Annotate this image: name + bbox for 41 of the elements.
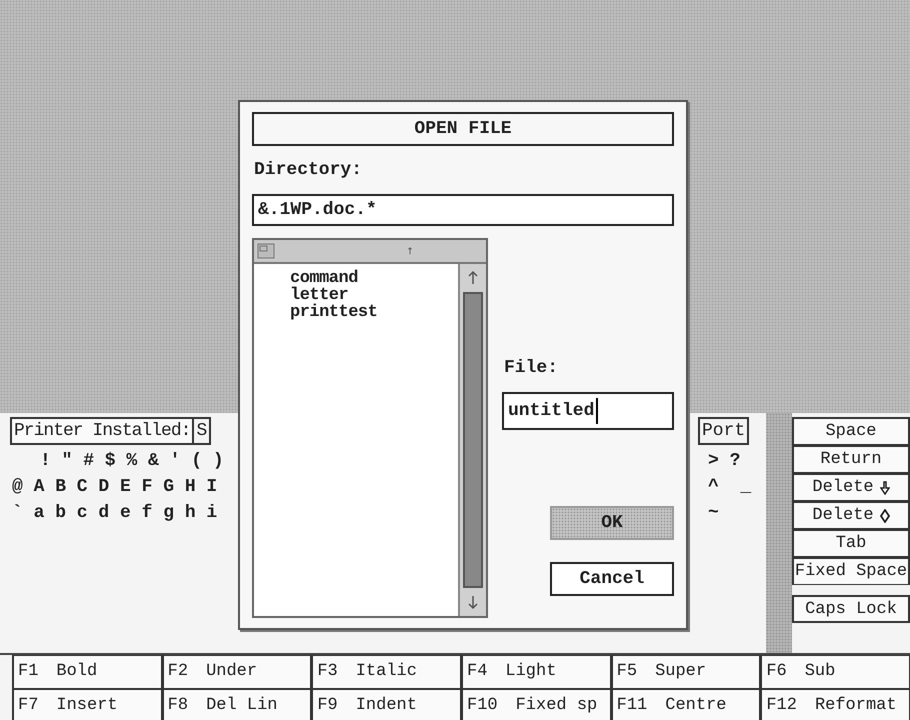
function-key[interactable]: F8 Del Lin bbox=[162, 688, 312, 720]
directory-field[interactable]: &.1WP.doc.* bbox=[252, 194, 674, 226]
function-key[interactable]: F11 Centre bbox=[610, 688, 760, 720]
function-key[interactable]: F1 Bold bbox=[12, 655, 162, 688]
file-label: File: bbox=[504, 358, 560, 378]
function-key[interactable]: F7 Insert bbox=[12, 688, 162, 720]
arrow-icon bbox=[880, 480, 890, 494]
function-key[interactable]: F10 Fixed sp bbox=[461, 688, 611, 720]
key-button[interactable]: Caps Lock bbox=[792, 595, 910, 623]
file-item[interactable]: printtest bbox=[290, 304, 458, 321]
key-button[interactable]: Fixed Space bbox=[792, 557, 910, 585]
function-key[interactable]: F3 Italic bbox=[311, 655, 461, 688]
scroll-bar[interactable] bbox=[458, 264, 486, 616]
file-item[interactable]: command bbox=[290, 270, 458, 287]
function-key[interactable]: F5 Super bbox=[610, 655, 760, 688]
printer-value: S bbox=[194, 417, 212, 445]
function-key[interactable]: F4 Light bbox=[461, 655, 611, 688]
toggle-size-icon[interactable] bbox=[256, 242, 276, 260]
file-name-field[interactable]: untitled bbox=[502, 392, 674, 430]
directory-label: Directory: bbox=[254, 160, 364, 180]
function-key[interactable]: F9 Indent bbox=[311, 688, 461, 720]
key-button[interactable]: Return bbox=[792, 445, 910, 473]
key-button[interactable]: Delete bbox=[792, 501, 910, 529]
character-row[interactable]: ^ _ bbox=[698, 477, 752, 497]
key-button[interactable]: Delete bbox=[792, 473, 910, 501]
character-row[interactable]: > ? bbox=[698, 451, 740, 471]
file-item[interactable]: letter bbox=[290, 287, 458, 304]
function-key[interactable]: F12 Reformat bbox=[760, 688, 910, 720]
character-row[interactable]: ~ bbox=[698, 503, 719, 523]
dialog-button[interactable]: OK bbox=[550, 506, 674, 540]
port-label: Port bbox=[698, 417, 750, 445]
key-button[interactable]: Tab bbox=[792, 529, 910, 557]
printer-label: Printer Installed: bbox=[10, 417, 194, 445]
dialog-button[interactable]: Cancel bbox=[550, 562, 674, 596]
text-cursor-icon bbox=[595, 398, 600, 424]
function-key[interactable]: F2 Under bbox=[162, 655, 312, 688]
title-mark-icon bbox=[406, 246, 414, 256]
diamond-icon bbox=[880, 508, 890, 522]
function-key[interactable]: F6 Sub bbox=[760, 655, 910, 688]
key-button[interactable]: Space bbox=[792, 417, 910, 445]
dialog-title: OPEN FILE bbox=[252, 112, 674, 146]
